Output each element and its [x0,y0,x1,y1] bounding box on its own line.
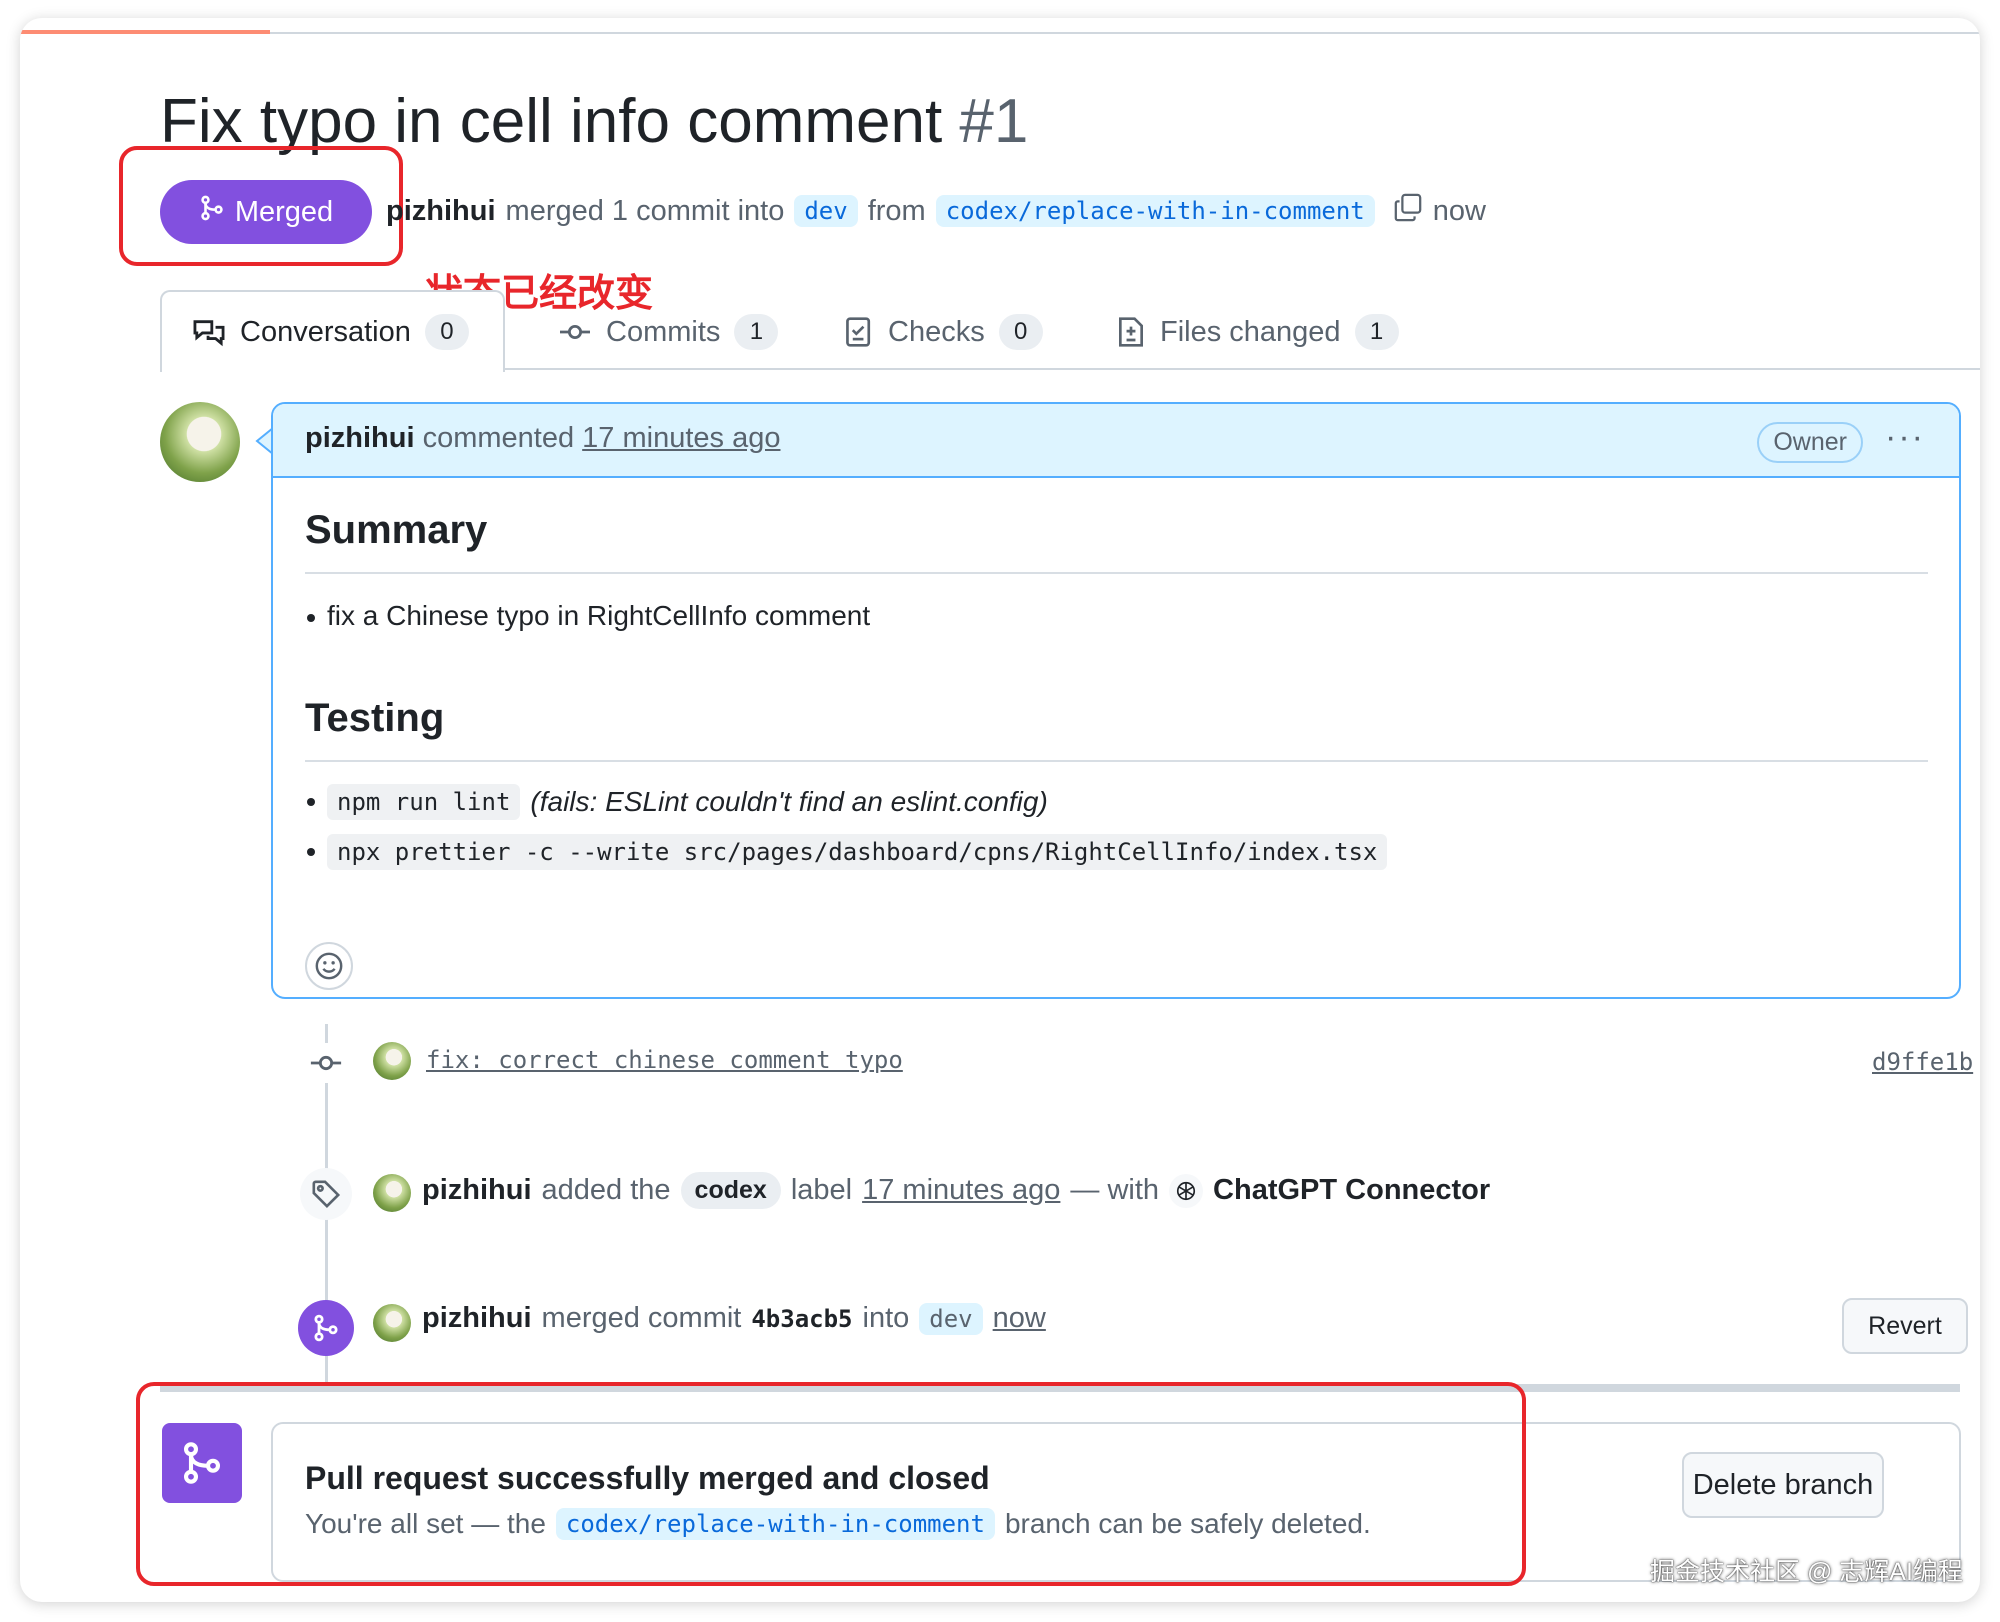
tab-conversation-count: 0 [424,314,469,350]
commit-row: fix: correct chinese comment typo [426,1046,903,1074]
git-merge-icon [298,1300,354,1356]
bullet [307,798,315,806]
label-event-time[interactable]: 17 minutes ago [862,1174,1060,1207]
chatgpt-icon [1169,1173,1204,1208]
bullet [307,614,315,622]
avatar[interactable] [373,1042,411,1080]
comment-time[interactable]: 17 minutes ago [582,422,780,454]
annotation-box-status [119,146,403,266]
base-branch[interactable]: dev [794,195,858,227]
summary-rule [305,572,1928,574]
loading-bar [20,30,270,34]
file-diff-icon [1119,317,1143,347]
label-event-text3: — with [1070,1174,1160,1206]
checks-icon [846,317,871,347]
annotation-box-merge [136,1382,1526,1586]
testing-item-note: (fails: ESLint couldn't find an eslint.c… [530,786,1048,817]
summary-item: fix a Chinese typo in RightCellInfo comm… [307,600,871,632]
owner-badge: Owner [1757,422,1863,463]
summary-item-text: fix a Chinese typo in RightCellInfo comm… [327,600,871,631]
tab-files-label: Files changed [1160,315,1341,348]
commit-sha[interactable]: d9ffe1b [1872,1048,1973,1076]
tag-icon [300,1168,352,1220]
revert-button[interactable]: Revert [1842,1298,1968,1354]
conversation-icon [193,320,225,347]
comment-author-line: pizhihui commented 17 minutes ago [305,422,780,455]
tab-files-count: 1 [1354,314,1399,350]
commit-sha-text[interactable]: d9ffe1b [1872,1048,1973,1076]
testing-rule [305,760,1928,762]
meta-from: from [867,194,926,227]
comment-card: pizhihui commented 17 minutes ago Owner … [271,402,1961,999]
tab-conversation-label: Conversation [240,315,411,348]
label-event-author[interactable]: pizhihui [422,1174,532,1207]
label-event-app[interactable]: ChatGPT Connector [1213,1174,1490,1207]
pr-meta: pizhihui merged 1 commit into dev from c… [386,192,1486,230]
watermark: 掘金技术社区 @ 志辉AI编程 [1650,1558,1963,1586]
tab-commits-label: Commits [606,315,721,348]
meta-author[interactable]: pizhihui [386,195,496,228]
label-event-text1: added the [541,1174,671,1206]
merge-event-branch[interactable]: dev [919,1302,983,1335]
testing-heading: Testing [305,696,445,740]
testing-item-code: npx prettier -c --write src/pages/dashbo… [327,834,1388,870]
pr-number: #1 [959,87,1029,156]
delete-branch-button[interactable]: Delete branch [1682,1452,1884,1518]
header-divider [20,32,1980,34]
comment-verb: commented [422,422,575,454]
commit-icon [560,324,590,340]
tab-checks-count: 0 [998,314,1043,350]
kebab-icon[interactable]: ··· [1885,418,1925,457]
bullet [307,848,315,856]
commit-message[interactable]: fix: correct chinese comment typo [426,1046,903,1074]
head-branch[interactable]: codex/replace-with-in-comment [935,195,1375,227]
codex-label[interactable]: codex [680,1172,781,1209]
merge-event-text2: into [862,1302,910,1334]
avatar[interactable] [160,402,240,482]
tab-checks-label: Checks [888,315,985,348]
label-event: pizhihui added the codex label 17 minute… [422,1172,1490,1209]
merge-event-text1: merged commit [541,1302,742,1334]
summary-heading: Summary [305,508,488,552]
copy-icon[interactable] [1393,192,1423,230]
meta-action: merged 1 commit into [505,194,785,227]
testing-item: npm run lint (fails: ESLint couldn't fin… [307,784,1048,820]
avatar[interactable] [373,1174,411,1212]
avatar[interactable] [373,1304,411,1342]
tab-conversation[interactable]: Conversation 0 [192,308,469,356]
merge-event-author[interactable]: pizhihui [422,1302,532,1335]
merge-event-time[interactable]: now [993,1302,1046,1335]
tab-files-changed[interactable]: Files changed 1 [1116,308,1399,356]
tab-checks[interactable]: Checks 0 [844,308,1043,356]
tab-commits-count: 1 [734,314,779,350]
merge-event: pizhihui merged commit 4b3acb5 into dev … [422,1302,1046,1335]
smiley-icon[interactable] [305,942,353,990]
browser-frame: Fix typo in cell info comment #1 Merged … [20,18,1980,1602]
merge-commit-sha[interactable]: 4b3acb5 [751,1305,852,1333]
comment-author[interactable]: pizhihui [305,422,415,454]
testing-item-code: npm run lint [327,784,521,820]
label-event-text2: label [790,1174,853,1206]
tab-commits[interactable]: Commits 1 [558,308,779,356]
meta-time: now [1432,194,1486,227]
comment-header: pizhihui commented 17 minutes ago Owner … [273,404,1959,478]
testing-item: npx prettier -c --write src/pages/dashbo… [307,834,1388,870]
commit-icon [286,1043,366,1083]
